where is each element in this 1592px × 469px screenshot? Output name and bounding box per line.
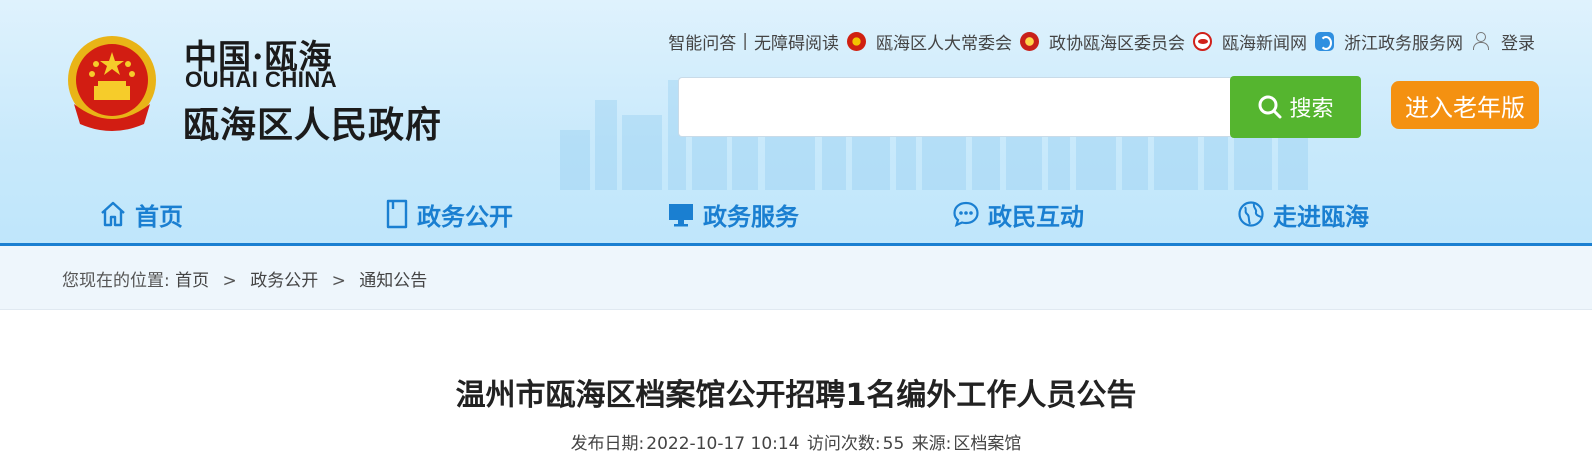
top-links: 智能问答 | 无障碍阅读 瓯海区人大常委会 政协瓯海区委员会 瓯海新闻网 浙江政… [668, 29, 1535, 54]
nav-about-ouhai[interactable]: 走进瓯海 [1237, 196, 1369, 232]
cppcc-link[interactable]: 政协瓯海区委员会 [1049, 29, 1185, 54]
national-emblem-logo [68, 36, 156, 131]
visit-count-label: 访问次数: [806, 434, 881, 454]
nav-government-affairs[interactable]: 政务公开 [385, 196, 513, 232]
nav-about-ouhai-label: 走进瓯海 [1273, 202, 1369, 231]
chat-icon [953, 201, 979, 228]
news-link[interactable]: 瓯海新闻网 [1222, 29, 1307, 54]
document-icon [386, 199, 408, 229]
home-icon [101, 201, 125, 227]
globe-icon [1238, 201, 1264, 227]
nav-government-affairs-label: 政务公开 [417, 202, 513, 231]
accessible-reading-link[interactable]: 无障碍阅读 [754, 29, 839, 54]
user-icon [1473, 32, 1489, 50]
visit-count: 55 [882, 434, 905, 454]
news-logo-icon [1193, 31, 1212, 51]
breadcrumb-separator: > [222, 271, 237, 291]
publish-date: 2022-10-17 10:14 [646, 434, 800, 454]
cppcc-emblem-icon [1020, 31, 1039, 51]
article-meta: 发布日期: 2022-10-17 10:14 访问次数: 55 来源: 区档案馆 [0, 429, 1592, 454]
search-button-label: 搜索 [1289, 97, 1334, 122]
nav-home-label: 首页 [135, 202, 183, 231]
source: 区档案馆 [953, 434, 1022, 454]
article-title: 温州市瓯海区档案馆公开招聘1名编外工作人员公告 [455, 378, 1137, 413]
breadcrumb-separator: > [331, 271, 346, 291]
zhejiang-service-icon [1315, 31, 1334, 51]
nav-public-interaction-label: 政民互动 [988, 202, 1084, 231]
breadcrumb-home[interactable]: 首页 [175, 271, 209, 291]
smart-qa-link[interactable]: 智能问答 [668, 29, 736, 54]
brand-english: OUHAI CHINA [185, 67, 338, 92]
monitor-icon [669, 204, 693, 227]
search-button[interactable]: 搜索 [1230, 76, 1361, 138]
elder-mode-button[interactable]: 进入老年版 [1391, 81, 1539, 129]
breadcrumb-notices[interactable]: 通知公告 [359, 271, 427, 291]
nav-government-services-label: 政务服务 [703, 202, 799, 231]
nav-government-services[interactable]: 政务服务 [667, 196, 799, 232]
breadcrumb: 您现在的位置: 首页 > 政务公开 > 通知公告 [62, 266, 427, 291]
site-header: 中国·瓯海 OUHAI CHINA 瓯海区人民政府 智能问答 | 无障碍阅读 瓯… [0, 0, 1592, 246]
breadcrumb-prefix: 您现在的位置: [62, 271, 170, 291]
source-label: 来源: [911, 434, 952, 454]
emblem-icon [847, 31, 866, 51]
nav-public-interaction[interactable]: 政民互动 [952, 196, 1084, 232]
breadcrumb-government-affairs[interactable]: 政务公开 [250, 271, 318, 291]
search-input[interactable] [678, 77, 1234, 137]
search-icon [1258, 95, 1282, 119]
zhejiang-service-link[interactable]: 浙江政务服务网 [1344, 29, 1463, 54]
npc-link[interactable]: 瓯海区人大常委会 [876, 29, 1012, 54]
brand-name: 瓯海区人民政府 [183, 105, 443, 146]
link-separator: | [742, 31, 748, 51]
publish-date-label: 发布日期: [570, 434, 645, 454]
login-link[interactable]: 登录 [1501, 29, 1535, 54]
nav-home[interactable]: 首页 [99, 196, 183, 232]
